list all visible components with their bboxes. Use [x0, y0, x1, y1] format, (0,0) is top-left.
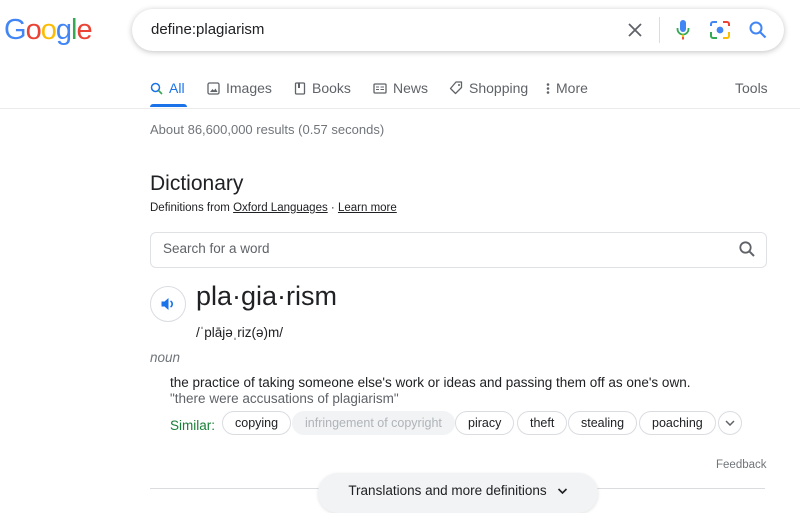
tab-all[interactable]: All [150, 80, 185, 96]
similar-chip-stealing[interactable]: stealing [568, 411, 638, 435]
similar-chip-infringement-of-copyright: infringement of copyright [292, 411, 455, 435]
word-search-box[interactable] [150, 232, 767, 268]
word-search-input[interactable] [163, 241, 723, 256]
expand-similar-button[interactable] [718, 411, 742, 435]
news-icon [373, 82, 387, 94]
image-icon [207, 81, 220, 95]
tab-label: More [556, 80, 588, 96]
clear-icon[interactable] [623, 18, 647, 42]
search-icon[interactable] [746, 18, 770, 42]
definition: the practice of taking someone else's wo… [170, 375, 691, 390]
tab-label: News [393, 80, 429, 96]
learn-more-link[interactable]: Learn more [338, 202, 397, 214]
source-prefix: Definitions from [150, 202, 230, 214]
tab-label: All [169, 80, 185, 96]
tabs-divider [0, 108, 800, 109]
search-icon [150, 82, 163, 95]
separator: · [330, 202, 335, 214]
active-tab-indicator [150, 104, 187, 107]
tab-news[interactable]: News [373, 80, 428, 96]
tab-more[interactable]: More [546, 80, 588, 96]
more-vert-icon [546, 82, 550, 94]
similar-chip-piracy[interactable]: piracy [455, 411, 515, 435]
example-sentence: "there were accusations of plagiarism" [170, 391, 399, 406]
chevron-down-icon [725, 420, 735, 426]
feedback-link[interactable]: Feedback [716, 459, 767, 471]
search-divider [659, 17, 660, 43]
google-logo[interactable]: Google [4, 14, 93, 47]
headword: pla·gia·rism [196, 281, 338, 311]
similar-chip-theft[interactable]: theft [517, 411, 568, 435]
tab-shopping[interactable]: Shopping [449, 80, 528, 96]
definitions-source: Definitions from Oxford Languages · Lear… [150, 202, 397, 214]
phonetic: /ˈplājəˌriz(ə)m/ [196, 325, 284, 340]
tag-icon [449, 81, 463, 95]
tab-label: Images [226, 80, 272, 96]
search-box[interactable]: define:plagiarism [132, 9, 784, 51]
similar-label: Similar: [170, 418, 216, 433]
logo-letter: e [76, 14, 92, 46]
speaker-icon [161, 298, 173, 310]
part-of-speech: noun [150, 350, 181, 365]
tools-button[interactable]: Tools [735, 80, 768, 96]
similar-chip-poaching[interactable]: poaching [639, 411, 716, 435]
tab-images[interactable]: Images [207, 80, 272, 96]
tab-label: Shopping [469, 80, 529, 96]
camera-lens-icon[interactable] [708, 18, 732, 42]
translations-label: Translations and more definitions [348, 483, 547, 498]
logo-letter: G [4, 14, 27, 46]
pronunciation-speaker-button[interactable] [150, 286, 186, 322]
chevron-down-icon [557, 488, 567, 495]
book-icon [294, 81, 306, 95]
similar-chip-copying[interactable]: copying [222, 411, 292, 435]
translations-button[interactable]: Translations and more definitions [318, 473, 598, 513]
dictionary-title: Dictionary [150, 172, 244, 195]
logo-letter: o [25, 14, 42, 46]
tab-label: Books [312, 80, 351, 96]
logo-letter: o [40, 14, 57, 46]
result-stats: About 86,600,000 results (0.57 seconds) [150, 122, 385, 137]
oxford-languages-link[interactable]: Oxford Languages [233, 202, 328, 214]
tab-books[interactable]: Books [294, 80, 351, 96]
search-icon[interactable] [738, 240, 756, 263]
logo-letter: g [55, 14, 72, 46]
search-input[interactable]: define:plagiarism [151, 21, 264, 38]
microphone-icon[interactable] [671, 18, 695, 42]
